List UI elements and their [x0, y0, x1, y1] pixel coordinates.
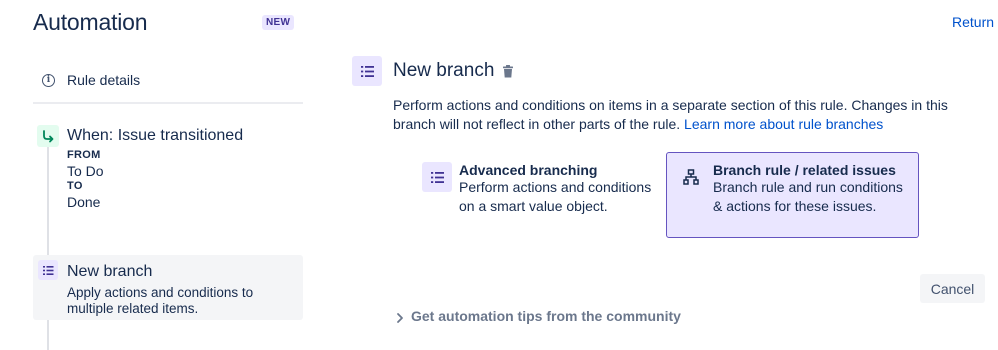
- branch-description: Perform actions and conditions on items …: [393, 96, 993, 134]
- sidebar-item-new-branch[interactable]: New branch Apply actions and conditions …: [33, 255, 303, 320]
- trigger-from-label: FROM: [67, 149, 101, 161]
- trash-icon[interactable]: [502, 65, 514, 78]
- new-badge: NEW: [262, 15, 295, 30]
- option-description: Branch rule and run conditions & actions…: [713, 179, 903, 214]
- sidebar-branch-title: New branch: [67, 263, 153, 280]
- page-title: New branch: [393, 60, 495, 81]
- list-icon: [38, 260, 58, 280]
- app-title: Automation: [33, 9, 148, 35]
- sidebar-divider: [33, 102, 303, 104]
- trigger-from-value: To Do: [67, 163, 104, 179]
- transition-icon: [37, 125, 59, 147]
- rule-details-item[interactable]: i Rule details: [33, 62, 303, 98]
- trigger-to-label: TO: [67, 180, 83, 192]
- sidebar-branch-description: Apply actions and conditions to multiple…: [67, 285, 254, 316]
- chevron-right-icon: [397, 312, 403, 323]
- automation-tips-label: Get automation tips from the community: [411, 308, 681, 324]
- hierarchy-icon: [676, 162, 706, 192]
- info-icon: i: [42, 73, 55, 87]
- branch-list-icon: [352, 56, 382, 86]
- list-icon: [422, 162, 452, 192]
- option-advanced-branching[interactable]: Advanced branching Perform actions and c…: [412, 152, 662, 236]
- option-description: Perform actions and conditions on a smar…: [459, 179, 652, 214]
- cancel-button[interactable]: Cancel: [920, 274, 985, 303]
- automation-tips-toggle[interactable]: Get automation tips from the community: [395, 308, 681, 324]
- learn-more-link[interactable]: Learn more about rule branches: [684, 116, 883, 132]
- option-title: Branch rule / related issues: [713, 162, 896, 178]
- option-title: Advanced branching: [459, 162, 598, 178]
- option-branch-rule-related-issues[interactable]: Branch rule / related issues Branch rule…: [666, 152, 919, 238]
- trigger-to-value: Done: [67, 194, 101, 210]
- rule-details-label: Rule details: [67, 72, 141, 88]
- return-link[interactable]: Return: [952, 14, 994, 30]
- trigger-title: When: Issue transitioned: [67, 127, 244, 144]
